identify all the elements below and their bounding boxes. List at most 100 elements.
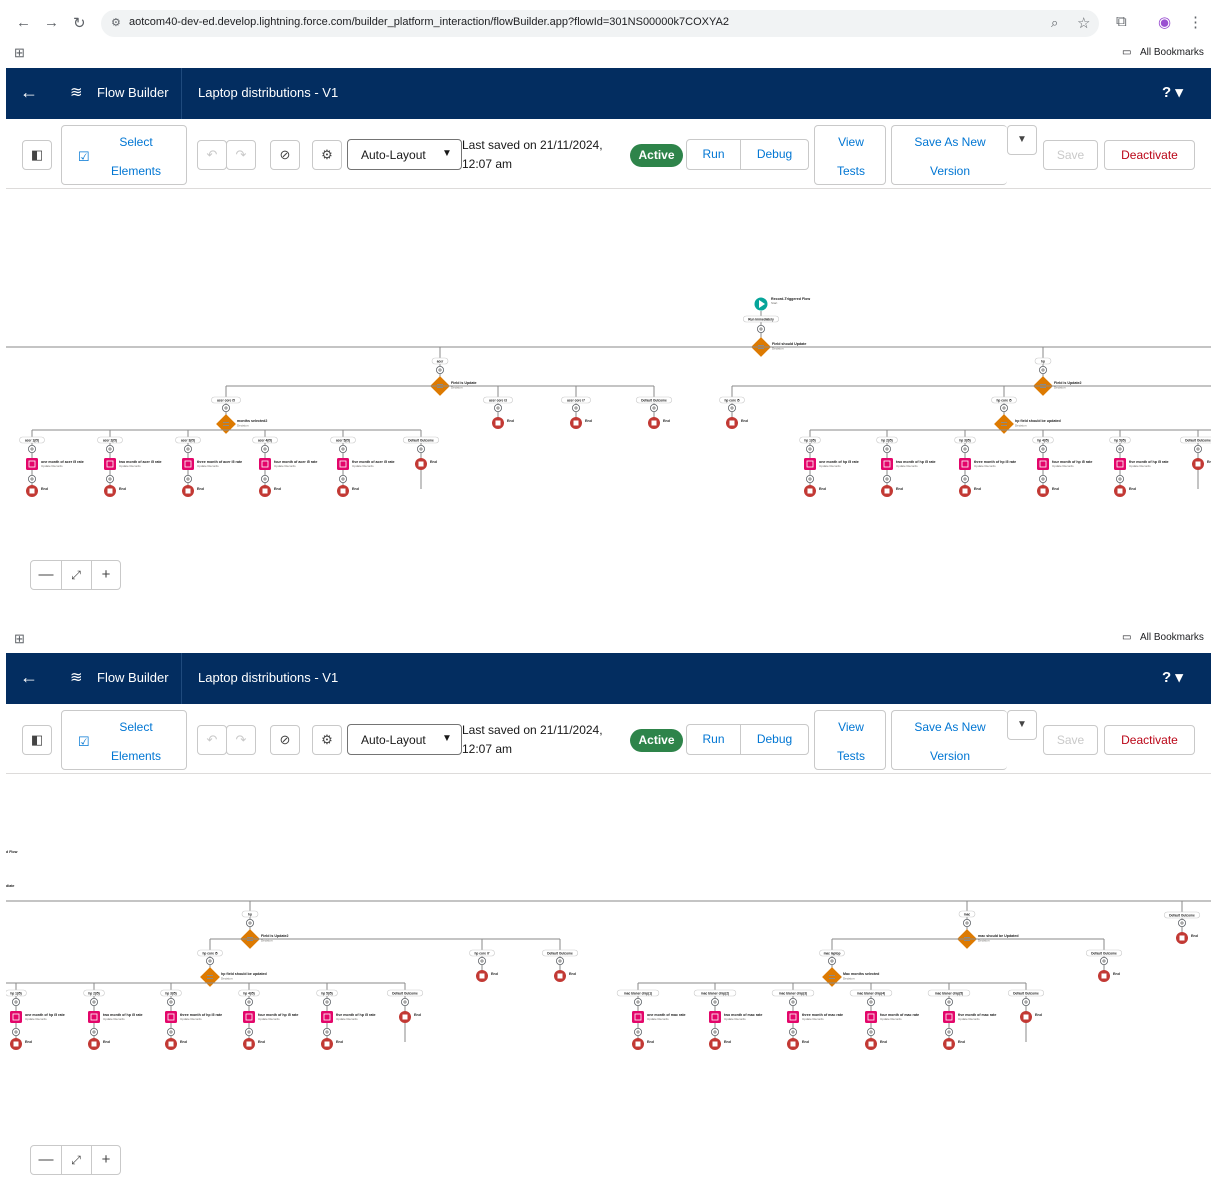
- profile-avatar-icon[interactable]: ◉: [1158, 13, 1171, 31]
- node-label: hp 5(i5): [1114, 438, 1125, 442]
- apps-grid-icon[interactable]: ⊞: [14, 45, 25, 61]
- node-label: hp 5(i5): [321, 991, 332, 995]
- flow-canvas-2[interactable]: d Flow diate hp Field is Update2 Decision hp …: [6, 775, 1211, 1189]
- all-bookmarks[interactable]: All Bookmarks: [1140, 47, 1204, 58]
- zoom-out-icon-2[interactable]: —: [31, 1151, 61, 1168]
- node-label: mac: [964, 912, 971, 916]
- toggle-panel-icon[interactable]: ◧: [22, 140, 52, 170]
- forward-arrow-icon[interactable]: →: [44, 14, 59, 31]
- save-menu-chevron-icon-2[interactable]: ▼: [1007, 710, 1037, 740]
- end-glyph: [635, 1041, 641, 1047]
- errors-icon-2[interactable]: ⊘: [270, 725, 300, 755]
- end-glyph: [1179, 935, 1185, 941]
- toggle-panel-icon-2[interactable]: ◧: [22, 725, 52, 755]
- node-label: End: [25, 1040, 32, 1044]
- settings-gear-icon[interactable]: ⚙: [312, 140, 342, 170]
- save-button-2[interactable]: Save: [1043, 725, 1098, 755]
- run-button-2[interactable]: Run: [686, 724, 741, 755]
- node-label: Default Outcome: [392, 991, 418, 995]
- all-bookmarks-2[interactable]: All Bookmarks: [1140, 632, 1204, 643]
- saveas-label-1-b: Save As New: [914, 720, 986, 734]
- node-label: Field is Update2: [261, 934, 289, 938]
- select-label-1: Select: [119, 135, 153, 149]
- node-label: End: [1052, 487, 1059, 491]
- update-records-icon: [1114, 458, 1126, 470]
- view-tests-button[interactable]: View Tests: [814, 125, 886, 185]
- help-menu[interactable]: ? ▾: [1162, 83, 1183, 101]
- node-label: Default Outcome: [641, 398, 667, 402]
- node-label: acer 5(i5): [336, 438, 350, 442]
- debug-button[interactable]: Debug: [740, 139, 809, 170]
- node-label: Update Records: [647, 1017, 669, 1021]
- help-menu-2[interactable]: ? ▾: [1162, 668, 1183, 686]
- url-text: aotcom40-dev-ed.develop.lightning.force.…: [129, 16, 729, 28]
- zoom-in-icon-2[interactable]: +: [91, 1151, 121, 1168]
- node-label: Default Outcome: [1169, 913, 1195, 917]
- update-records-icon: [337, 458, 349, 470]
- select-label-2: Elements: [110, 164, 162, 178]
- zoom-icon[interactable]: ⌕: [1051, 15, 1058, 31]
- address-bar[interactable]: ⚙ aotcom40-dev-ed.develop.lightning.forc…: [101, 10, 1099, 37]
- save-as-new-version-button[interactable]: Save As New Version: [891, 125, 1007, 185]
- node-label: months selected2: [237, 419, 267, 423]
- undo-icon[interactable]: ↶: [197, 140, 227, 170]
- save-menu-chevron-icon[interactable]: ▼: [1007, 125, 1037, 155]
- redo-icon-2[interactable]: ↷: [226, 725, 256, 755]
- flow-icon-2: ≋: [70, 669, 83, 686]
- apps-grid-icon-2[interactable]: ⊞: [14, 631, 25, 647]
- node-label: End: [336, 1040, 343, 1044]
- back-arrow-icon[interactable]: ←: [16, 14, 31, 31]
- view-label-2-b: Tests: [836, 749, 865, 763]
- node-label: Update Records: [896, 464, 918, 468]
- select-elements-button-2[interactable]: ☑ Select Elements: [61, 710, 187, 770]
- save-button[interactable]: Save: [1043, 140, 1098, 170]
- back-icon-2[interactable]: ←: [20, 667, 38, 688]
- checkbox-icon: ☑: [78, 149, 90, 164]
- node-label: Field is Update: [451, 381, 477, 385]
- update-records-icon: [243, 1011, 255, 1023]
- node-label: mac blaner chip(4): [857, 991, 885, 995]
- fit-view-icon[interactable]: ⤢: [61, 568, 91, 583]
- zoom-out-icon[interactable]: —: [31, 566, 61, 583]
- reload-icon[interactable]: ↻: [73, 14, 86, 32]
- app-name: Flow Builder: [97, 85, 169, 100]
- layout-select[interactable]: Auto-Layout ▼: [347, 139, 462, 170]
- node-label: Mac months selected: [843, 972, 879, 976]
- back-icon[interactable]: ←: [20, 82, 38, 103]
- node-label: diate: [6, 884, 14, 888]
- extensions-icon[interactable]: ⧉: [1116, 13, 1127, 30]
- layout-select-2[interactable]: Auto-Layout ▼: [347, 724, 462, 755]
- end-glyph: [884, 488, 890, 494]
- view-tests-button-2[interactable]: View Tests: [814, 710, 886, 770]
- debug-button-2[interactable]: Debug: [740, 724, 809, 755]
- settings-gear-icon-2[interactable]: ⚙: [312, 725, 342, 755]
- flow-icon: ≋: [70, 84, 83, 101]
- node-label: hp: [248, 912, 252, 916]
- node-label: Update Records: [336, 1017, 358, 1021]
- node-label: mac blaner chip(3): [779, 991, 807, 995]
- node-label: Update Records: [25, 1017, 47, 1021]
- node-label: Update Records: [258, 1017, 280, 1021]
- undo-icon-2[interactable]: ↶: [197, 725, 227, 755]
- save-as-new-version-button-2[interactable]: Save As New Version: [891, 710, 1007, 770]
- bookmark-star-icon[interactable]: ☆: [1077, 14, 1090, 32]
- flow-canvas-1[interactable]: Record-Triggered Flow Start Run Immediatel…: [6, 190, 1211, 608]
- folder-icon: ▭: [1122, 47, 1132, 58]
- select-elements-button[interactable]: ☑ Select Elements: [61, 125, 187, 185]
- run-button[interactable]: Run: [686, 139, 741, 170]
- layout-value: Auto-Layout: [361, 148, 426, 162]
- last-saved-2: Last saved on 21/11/2024, 12:07 am: [462, 723, 603, 756]
- deactivate-button[interactable]: Deactivate: [1104, 140, 1195, 170]
- view-label-1: View: [838, 135, 864, 149]
- zoom-in-icon[interactable]: +: [91, 566, 121, 583]
- deactivate-button-2[interactable]: Deactivate: [1104, 725, 1195, 755]
- errors-icon[interactable]: ⊘: [270, 140, 300, 170]
- redo-icon[interactable]: ↷: [226, 140, 256, 170]
- node-label: Update Records: [974, 464, 996, 468]
- site-info-icon[interactable]: ⚙: [111, 16, 121, 29]
- menu-dots-icon[interactable]: ⋮: [1188, 13, 1203, 31]
- node-label: acer core i5: [217, 398, 235, 402]
- fit-view-icon-2[interactable]: ⤢: [61, 1153, 91, 1168]
- update-records-icon: [959, 458, 971, 470]
- end-glyph: [868, 1041, 874, 1047]
